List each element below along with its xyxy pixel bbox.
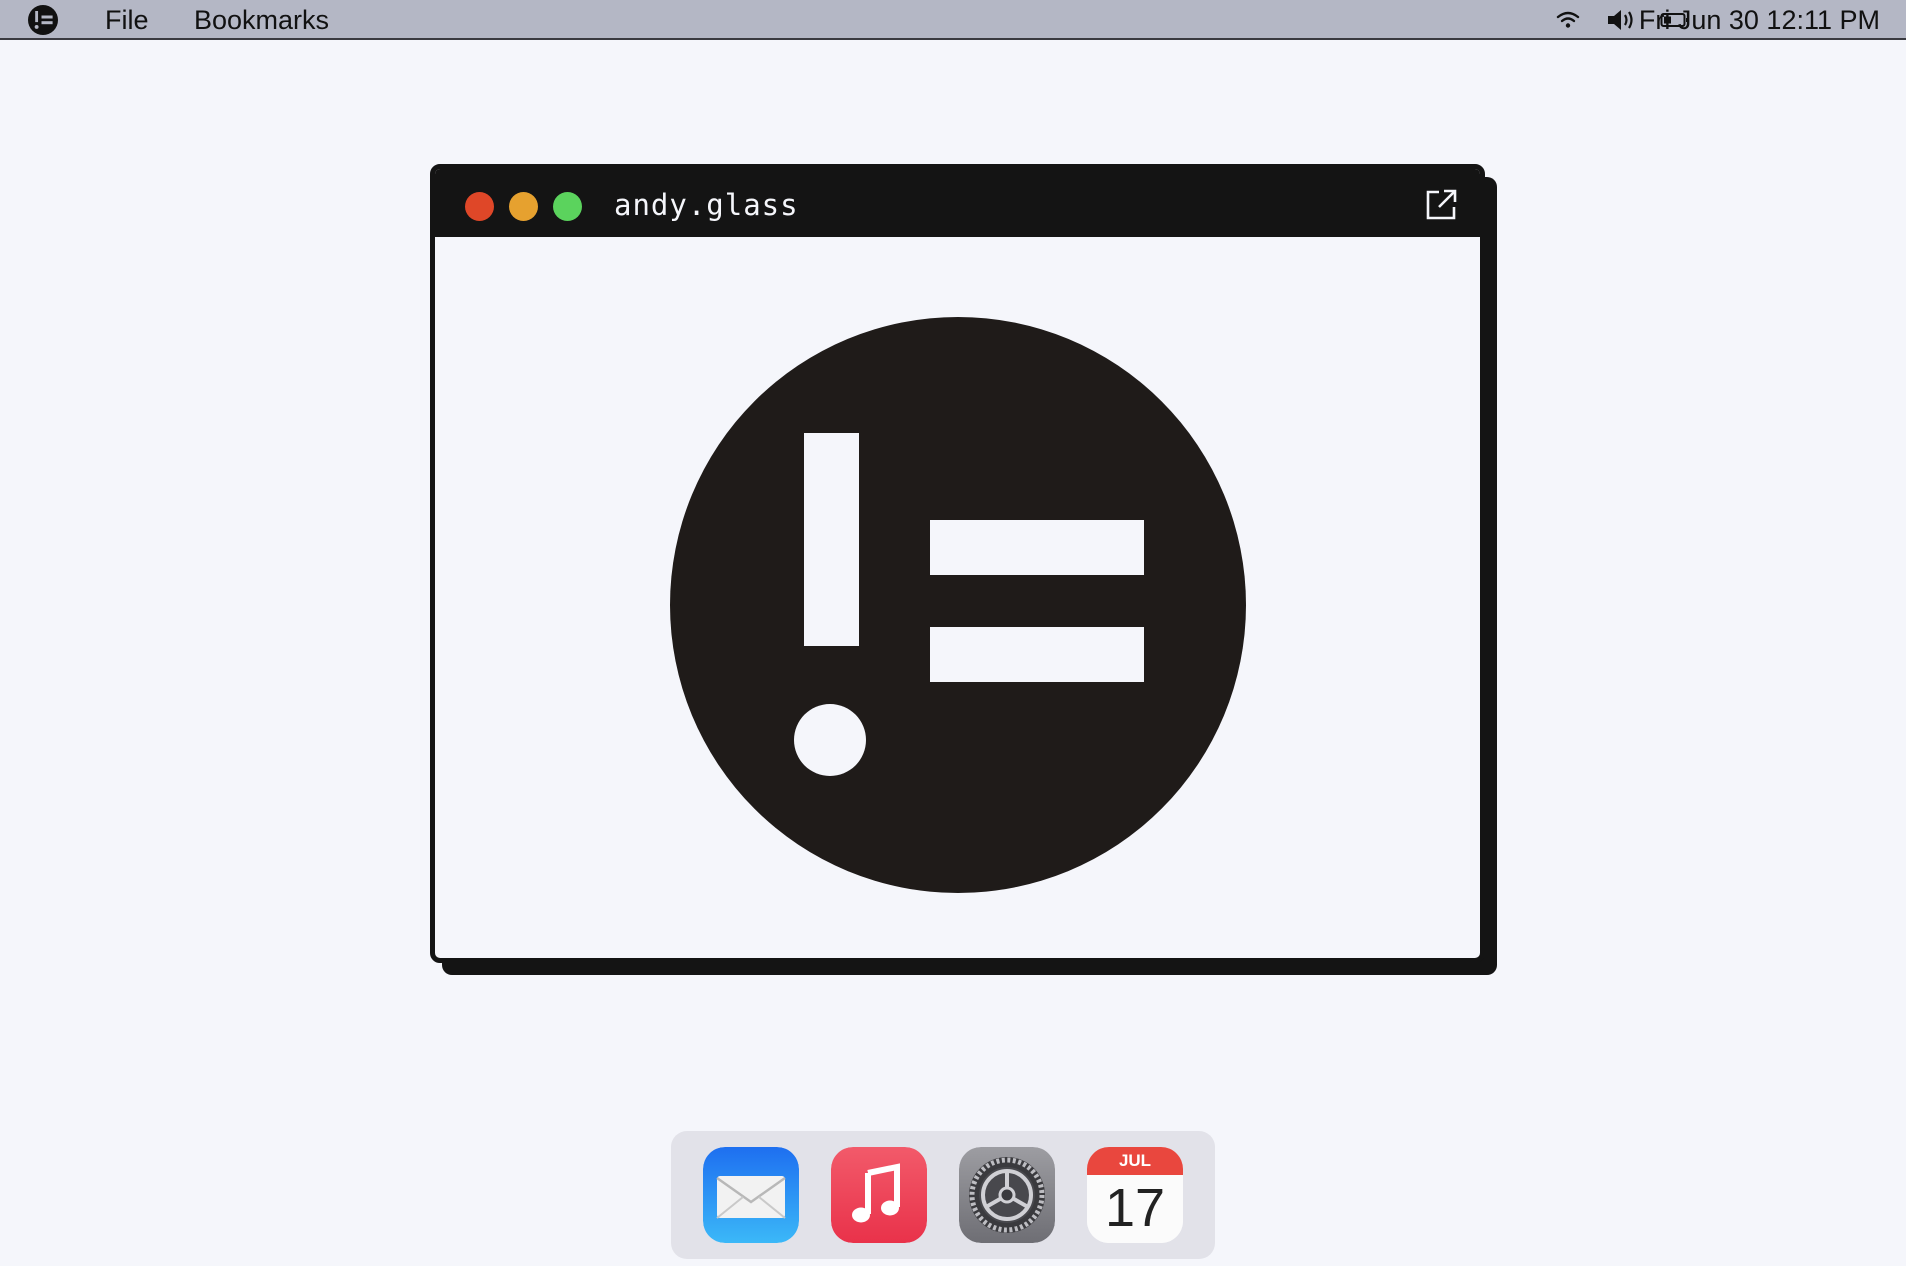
menu-bar: File Bookmarks Fri Jun 30 12:11 PM: [0, 0, 1906, 40]
wifi-icon[interactable]: [1556, 10, 1580, 30]
dock-app-music[interactable]: [831, 1147, 927, 1243]
music-icon: [831, 1147, 927, 1243]
menu-bookmarks[interactable]: Bookmarks: [194, 4, 329, 36]
menu-clock[interactable]: Fri Jun 30 12:11 PM: [1639, 4, 1880, 36]
andy-glass-logo-icon: [670, 317, 1246, 893]
window-title: andy.glass: [614, 188, 799, 222]
zoom-button[interactable]: [553, 192, 582, 221]
calendar-month: JUL: [1087, 1147, 1183, 1175]
dock: JUL 17: [671, 1131, 1215, 1259]
settings-gear-icon: [959, 1147, 1055, 1243]
dock-app-calendar[interactable]: JUL 17: [1087, 1147, 1183, 1243]
close-button[interactable]: [465, 192, 494, 221]
minimize-button[interactable]: [509, 192, 538, 221]
calendar-day: 17: [1087, 1175, 1183, 1243]
external-link-icon[interactable]: [1424, 188, 1458, 222]
mail-icon: [703, 1147, 799, 1243]
window-content: [435, 237, 1480, 958]
speaker-volume-icon[interactable]: [1606, 8, 1638, 32]
menu-file[interactable]: File: [105, 4, 149, 36]
status-area: Fri Jun 30 12:11 PM: [1486, 0, 1906, 40]
browser-window: andy.glass: [430, 164, 1485, 963]
dock-app-system-preferences[interactable]: [959, 1147, 1055, 1243]
dock-app-mail[interactable]: [703, 1147, 799, 1243]
andy-glass-logo-icon[interactable]: [28, 5, 58, 35]
window-titlebar[interactable]: andy.glass: [435, 169, 1480, 237]
